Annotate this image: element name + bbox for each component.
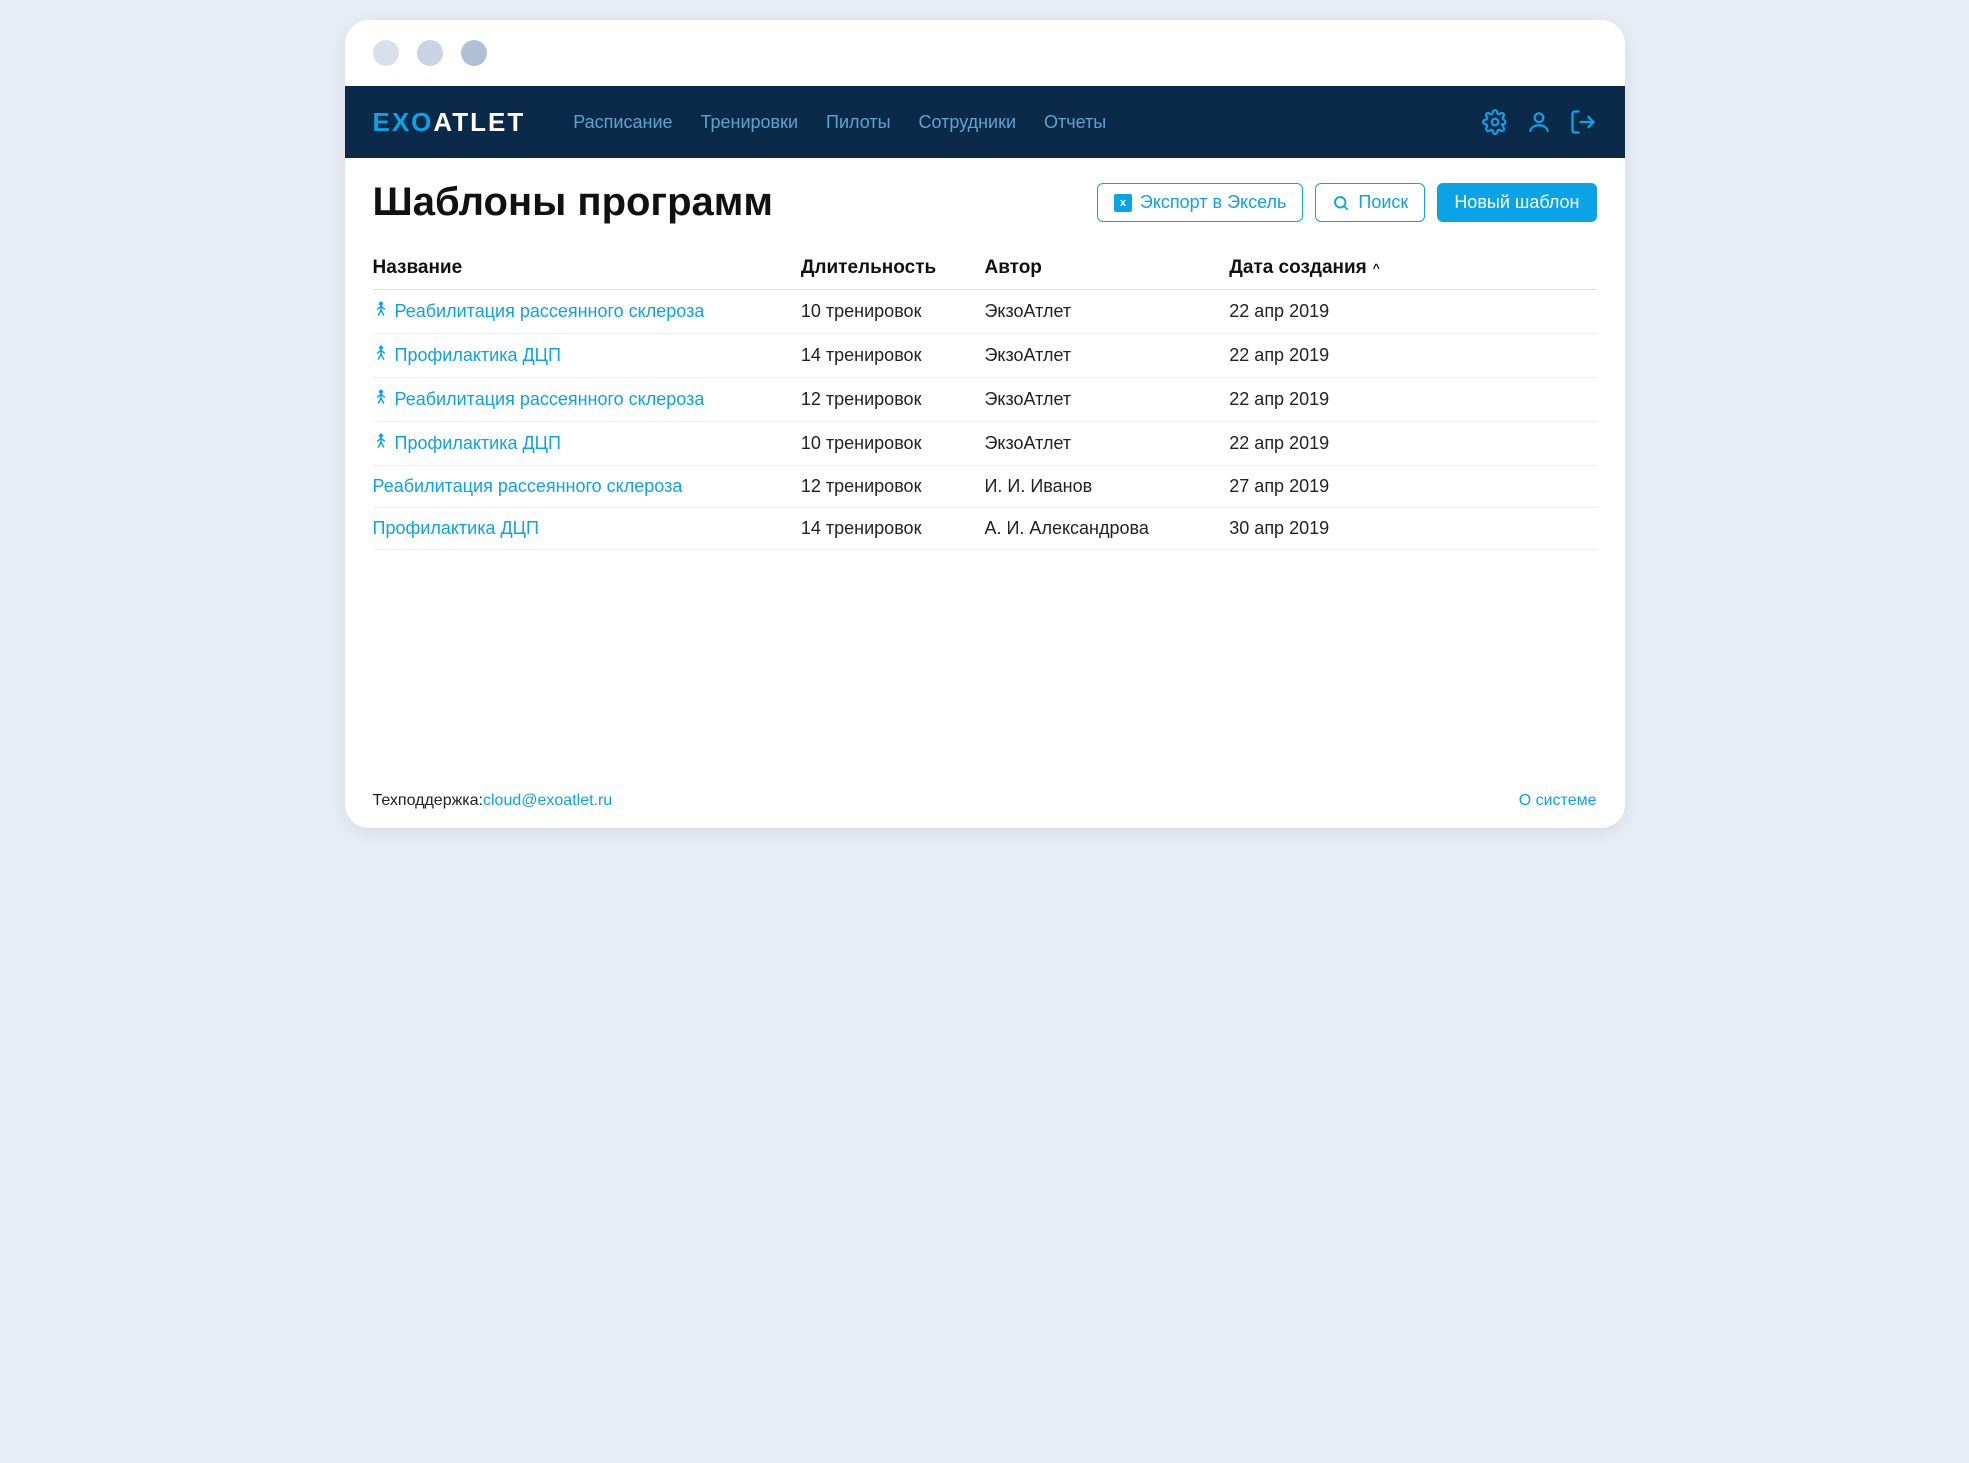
user-icon[interactable] <box>1525 108 1553 136</box>
cell-author: И. И. Иванов <box>984 466 1229 508</box>
cell-duration: 14 тренировок <box>801 508 985 550</box>
template-link[interactable]: Профилактика ДЦП <box>373 344 561 367</box>
cell-date: 22 апр 2019 <box>1229 334 1596 378</box>
new-template-button[interactable]: Новый шаблон <box>1437 183 1596 222</box>
table-row: Реабилитация рассеянного склероза 10 трен… <box>373 290 1597 334</box>
nav-links: Расписание Тренировки Пилоты Сотрудники … <box>573 112 1106 133</box>
stick-figure-icon <box>373 300 389 323</box>
template-link[interactable]: Реабилитация рассеянного склероза <box>373 388 705 411</box>
template-name: Реабилитация рассеянного склероза <box>395 301 705 322</box>
footer: Техподдержка: cloud@exoatlet.ru О систем… <box>345 778 1625 828</box>
cell-date: 22 апр 2019 <box>1229 378 1596 422</box>
table-row: Профилактика ДЦП 14 тренировокА. И. Алекс… <box>373 508 1597 550</box>
th-duration[interactable]: Длительность <box>801 247 985 290</box>
cell-date: 22 апр 2019 <box>1229 290 1596 334</box>
template-link[interactable]: Реабилитация рассеянного склероза <box>373 476 683 497</box>
export-excel-button[interactable]: x Экспорт в Эксель <box>1097 183 1304 222</box>
topnav: EXOATLET Расписание Тренировки Пилоты Со… <box>345 86 1625 158</box>
cell-duration: 14 тренировок <box>801 334 985 378</box>
stick-figure-icon <box>373 388 389 411</box>
cell-name: Реабилитация рассеянного склероза <box>373 378 801 422</box>
support-label: Техподдержка: <box>373 792 484 810</box>
page-header: Шаблоны программ x Экспорт в Эксель <box>373 180 1597 225</box>
browser-body: EXOATLET Расписание Тренировки Пилоты Со… <box>345 86 1625 828</box>
stick-figure-icon <box>373 432 389 455</box>
cell-author: А. И. Александрова <box>984 508 1229 550</box>
nav-link-reports[interactable]: Отчеты <box>1044 112 1106 133</box>
support-email-link[interactable]: cloud@exoatlet.ru <box>483 792 612 810</box>
stick-figure-icon <box>373 344 389 367</box>
table-row: Профилактика ДЦП 10 тренировокЭкзоАтлет22… <box>373 422 1597 466</box>
logo-left: EXO <box>373 107 434 138</box>
cell-duration: 12 тренировок <box>801 466 985 508</box>
browser-chrome <box>345 20 1625 86</box>
nav-link-schedule[interactable]: Расписание <box>573 112 672 133</box>
logo-right: ATLET <box>433 107 525 138</box>
cell-name: Реабилитация рассеянного склероза <box>373 290 801 334</box>
template-link[interactable]: Профилактика ДЦП <box>373 518 539 539</box>
cell-date: 27 апр 2019 <box>1229 466 1596 508</box>
excel-icon: x <box>1114 194 1132 212</box>
action-bar: x Экспорт в Эксель Поиск Новый шаб <box>1097 183 1597 222</box>
window-dot <box>461 40 487 66</box>
cell-name: Профилактика ДЦП <box>373 334 801 378</box>
table-row: Реабилитация рассеянного склероза 12 трен… <box>373 378 1597 422</box>
window-dot <box>417 40 443 66</box>
table-row: Профилактика ДЦП 14 тренировокЭкзоАтлет22… <box>373 334 1597 378</box>
th-author[interactable]: Автор <box>984 247 1229 290</box>
template-name: Реабилитация рассеянного склероза <box>395 389 705 410</box>
export-label: Экспорт в Эксель <box>1140 192 1287 213</box>
cell-date: 22 апр 2019 <box>1229 422 1596 466</box>
nav-link-pilots[interactable]: Пилоты <box>826 112 891 133</box>
cell-name: Реабилитация рассеянного склероза <box>373 466 801 508</box>
cell-author: ЭкзоАтлет <box>984 378 1229 422</box>
template-name: Профилактика ДЦП <box>373 518 539 539</box>
table-row: Реабилитация рассеянного склероза 12 трен… <box>373 466 1597 508</box>
template-link[interactable]: Реабилитация рассеянного склероза <box>373 300 705 323</box>
cell-name: Профилактика ДЦП <box>373 508 801 550</box>
cell-duration: 10 тренировок <box>801 422 985 466</box>
th-date-label: Дата создания <box>1229 257 1367 279</box>
logo[interactable]: EXOATLET <box>373 107 526 138</box>
content: Шаблоны программ x Экспорт в Эксель <box>345 158 1625 778</box>
cell-name: Профилактика ДЦП <box>373 422 801 466</box>
th-date[interactable]: Дата создания ^ <box>1229 247 1596 290</box>
about-link[interactable]: О системе <box>1519 792 1597 810</box>
search-icon <box>1332 194 1350 212</box>
nav-link-staff[interactable]: Сотрудники <box>919 112 1017 133</box>
new-label: Новый шаблон <box>1454 192 1579 213</box>
cell-author: ЭкзоАтлет <box>984 422 1229 466</box>
cell-date: 30 апр 2019 <box>1229 508 1596 550</box>
cell-duration: 10 тренировок <box>801 290 985 334</box>
cell-author: ЭкзоАтлет <box>984 290 1229 334</box>
window-dot <box>373 40 399 66</box>
cell-author: ЭкзоАтлет <box>984 334 1229 378</box>
template-name: Профилактика ДЦП <box>395 345 561 366</box>
nav-link-trainings[interactable]: Тренировки <box>701 112 799 133</box>
templates-table: Название Длительность Автор Дата создани… <box>373 247 1597 550</box>
search-label: Поиск <box>1358 192 1408 213</box>
template-name: Реабилитация рассеянного склероза <box>373 476 683 497</box>
search-button[interactable]: Поиск <box>1315 183 1425 222</box>
sort-asc-icon: ^ <box>1373 261 1380 275</box>
th-name[interactable]: Название <box>373 247 801 290</box>
gear-icon[interactable] <box>1481 108 1509 136</box>
page-title: Шаблоны программ <box>373 180 773 225</box>
cell-duration: 12 тренировок <box>801 378 985 422</box>
nav-icons <box>1481 108 1597 136</box>
template-name: Профилактика ДЦП <box>395 433 561 454</box>
browser-frame: EXOATLET Расписание Тренировки Пилоты Со… <box>345 20 1625 828</box>
logout-icon[interactable] <box>1569 108 1597 136</box>
template-link[interactable]: Профилактика ДЦП <box>373 432 561 455</box>
